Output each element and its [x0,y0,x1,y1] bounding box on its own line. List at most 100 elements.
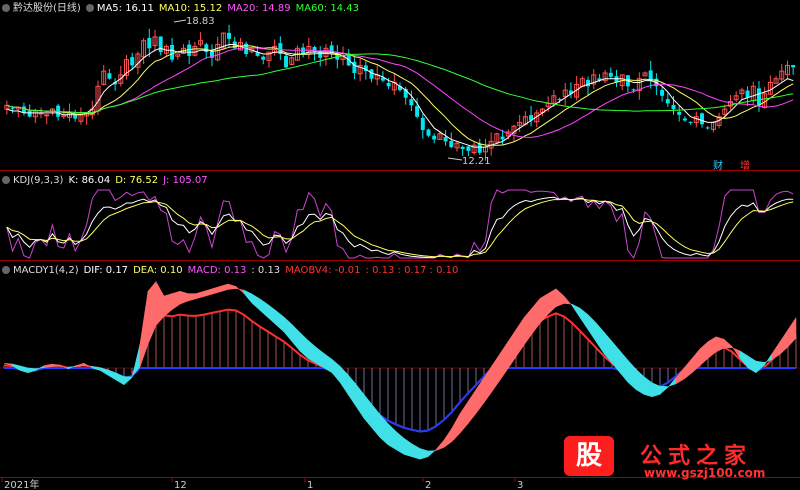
macd-ribbon-segment [107,369,117,381]
candle-body [449,140,454,148]
candle-body [409,99,414,106]
candle-body [460,146,465,149]
macd-ribbon-segment [451,412,461,443]
candle-body [261,56,266,60]
macd-ribbon-segment [235,285,245,295]
x-tick-label: 1 [307,480,313,490]
kdj-j-line [6,189,794,260]
low-label: 12.21 [462,156,491,167]
x-axis: 2021年 12 1 2 3 [1,478,523,490]
macd-layer [0,280,800,460]
candle-body [420,117,425,130]
candle-body [44,114,50,117]
macd-ribbon-segment [555,288,565,308]
candle-body [10,108,15,110]
candle-body [466,146,471,151]
macd-ribbon-segment [547,288,557,315]
macd-ribbon-segment [115,372,125,386]
candle-body [660,89,665,96]
macd-ribbon-segment [779,328,789,355]
stock-chart-window: { "stock_panel": { "title": "黔达股份(日线)", … [0,0,800,490]
macd-ribbon-segment [723,338,733,349]
macd-ribbon-segment [243,289,253,304]
macd-ribbon-segment [643,376,653,398]
macd-ribbon-segment [339,365,349,396]
macd-ribbon-segment [251,293,261,311]
candle-body [557,98,562,100]
candles-layer [4,24,796,161]
kdj-d-line [6,198,794,258]
macd-ribbon-segment [427,449,437,458]
macd-ribbon-segment [459,400,469,434]
x-tick-label: 12 [174,480,187,490]
candle-body [147,37,152,49]
candle-body [677,111,682,115]
candle-body [671,104,676,110]
macd-ribbon-segment [499,340,509,381]
macd-ribbon-segment [219,283,229,293]
macd-ribbon-segment [755,360,765,374]
increase-tag[interactable]: 增 [740,159,750,172]
macd-ribbon-segment [675,367,685,385]
candle-body [705,127,710,129]
x-tick-label: 2021年 [4,478,39,490]
candle-body [631,89,636,91]
macd-ribbon-segment [699,341,709,367]
macd-ribbon-segment [179,290,189,305]
macd-ribbon-segment [27,367,37,374]
macd-ribbon-segment [515,316,525,358]
candle-body [73,114,78,119]
macd-ribbon-segment [355,383,365,420]
macd-ribbon-segment [19,365,29,374]
x-tick-label: 2 [425,480,431,490]
candle-body [432,135,437,140]
macd-ribbon-segment [651,382,661,398]
watermark-logo: 股 [564,436,614,476]
macd-ribbon-segment [211,286,221,295]
candle-body [682,118,687,121]
macd-ribbon-segment [187,293,197,302]
macd-ribbon-segment [771,340,781,361]
macd-ribbon-segment [387,422,397,451]
macd-ribbon-segment [587,313,597,343]
macd-ribbon-segment [147,280,157,345]
macd-ribbon-segment [155,280,165,327]
macd-ribbon-segment [323,352,333,374]
candle-body [745,90,750,98]
macd-ribbon-segment [467,388,477,425]
candle-body [386,82,391,87]
macd-ribbon-segment [619,350,629,384]
candle-body [158,36,163,53]
macd-ribbon-segment [707,336,717,359]
macd-ribbon-segment [91,366,101,371]
candle-body [608,72,613,77]
macd-ribbon-segment [51,363,61,367]
macd-ribbon-segment [411,443,421,460]
macd-ribbon-segment [275,310,285,333]
macd-ribbon-segment [403,437,413,458]
macd-ribbon-segment [563,295,573,307]
macd-ribbon-segment [123,376,133,386]
macd-ribbon-segment [443,427,453,448]
macd-ribbon-segment [163,293,173,318]
macd-ribbon-segment [491,352,501,393]
macd-ribbon-segment [259,298,269,319]
macd-ribbon-segment [419,448,429,460]
kdj-lines-layer [6,189,794,260]
macd-ribbon-segment [659,385,669,395]
macd-ribbon-segment [139,291,149,368]
high-label: 18.83 [186,16,215,27]
financial-tag[interactable]: 财 [713,159,723,172]
macd-ribbon-segment [267,304,277,326]
macd-ribbon-segment [347,373,357,408]
candle-body [227,32,232,39]
chart-canvas[interactable]: 2021年 12 1 2 3 18.83 12.21 财 增 [0,0,800,490]
macd-ribbon-segment [203,288,213,297]
macd-ribbon-segment [171,290,181,311]
macd-ribbon-segment [571,303,581,319]
candle-body [756,88,761,106]
macd-ribbon-segment [715,336,725,353]
high-annotation: 18.83 [173,16,215,27]
x-tick-label: 3 [517,480,523,490]
macd-ribbon-segment [99,367,109,376]
